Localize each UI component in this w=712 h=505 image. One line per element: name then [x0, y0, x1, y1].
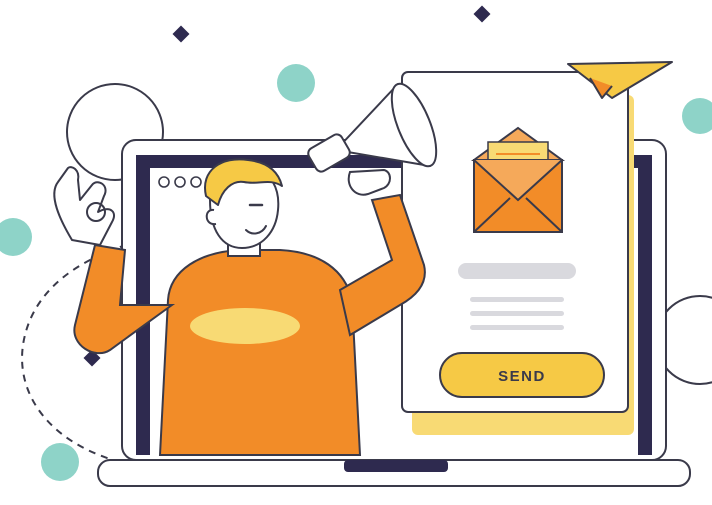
body-line-placeholder — [470, 311, 564, 316]
teal-dot-left — [0, 218, 32, 256]
diamond-sparkle-icon — [172, 25, 190, 43]
send-button-label: SEND — [498, 368, 546, 385]
chest-emblem — [190, 308, 300, 344]
laptop-notch — [344, 460, 448, 472]
teal-dot-top — [277, 64, 315, 102]
send-button[interactable]: SEND — [439, 352, 605, 398]
teal-dot-bottom — [41, 443, 79, 481]
torso-sweater — [158, 249, 362, 456]
email-card: SEND — [401, 71, 634, 435]
email-marketing-illustration: SEND — [0, 5, 712, 487]
body-line-placeholder — [470, 297, 564, 302]
teal-dot-right — [682, 98, 712, 134]
diamond-sparkle-icon — [473, 5, 491, 23]
body-line-placeholder — [470, 325, 564, 330]
subject-line-placeholder — [458, 263, 576, 279]
